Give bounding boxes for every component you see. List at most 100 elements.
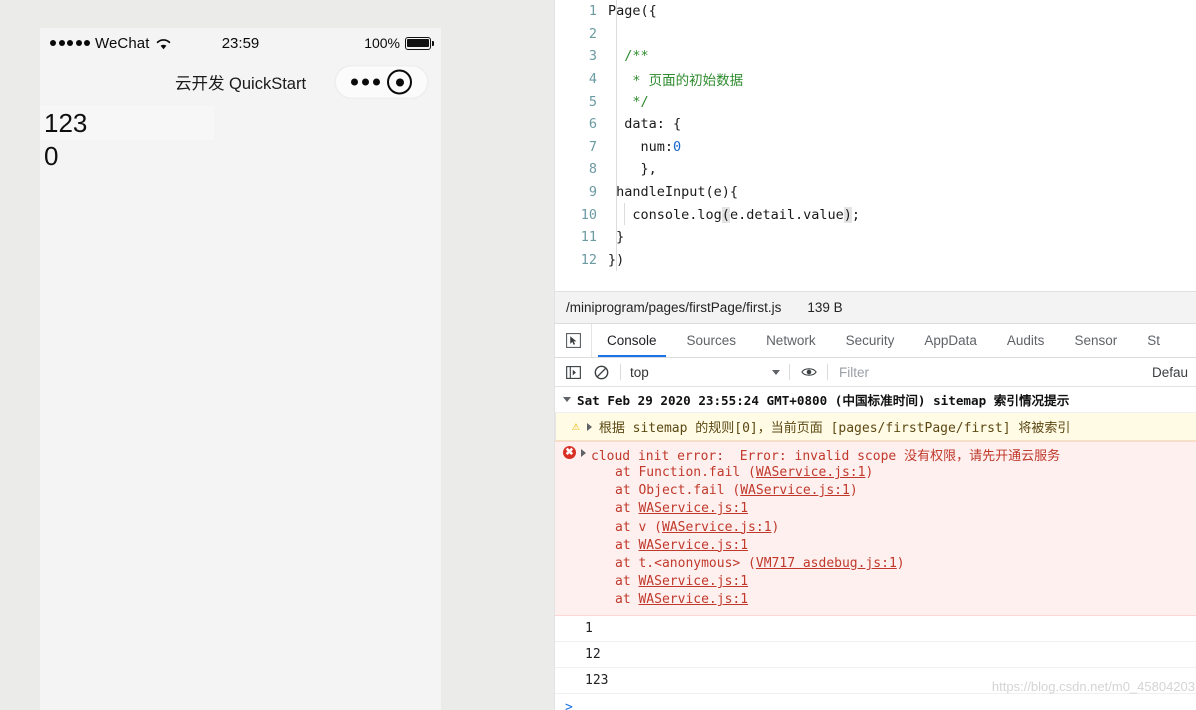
stack-frame: at WAService.js:1	[615, 500, 1196, 518]
stack-frame-label: at	[615, 537, 639, 553]
console-log-row: 12	[555, 642, 1196, 668]
code-line: 6 data: {	[555, 113, 1196, 136]
line-number: 8	[588, 161, 597, 178]
log-level-select[interactable]: Defau	[1152, 365, 1188, 380]
tab-security[interactable]: Security	[831, 324, 910, 357]
code-line: 8 },	[555, 158, 1196, 181]
tab-sources[interactable]: Sources	[672, 324, 752, 357]
console-group-label: Sat Feb 29 2020 23:55:24 GMT+0800 (中国标准时…	[577, 393, 1070, 408]
devtools-panel: 1 Page({2 3 /** 4 * 页面的初始数据 5 */6 data: {7 n…	[554, 0, 1196, 710]
code-text: },	[608, 161, 657, 177]
live-expression-eye-icon[interactable]	[799, 363, 818, 382]
stack-frame-link[interactable]: WAService.js:1	[638, 538, 748, 553]
code-text: Page({	[608, 3, 657, 19]
code-token: * 页面的初始数据	[608, 73, 744, 90]
carrier-label: WeChat	[95, 34, 150, 52]
tab-audits[interactable]: Audits	[992, 324, 1060, 357]
stack-frame-link[interactable]: WAService.js:1	[662, 520, 772, 535]
code-token: }	[608, 229, 625, 246]
simulator-page-body: 0	[40, 106, 441, 710]
tab-console[interactable]: Console	[592, 324, 672, 357]
code-text: * 页面的初始数据	[608, 69, 743, 89]
inspect-element-icon[interactable]	[555, 324, 592, 357]
stack-frame-suffix: )	[849, 483, 858, 499]
console-error-row[interactable]: ✖ cloud init error: Error: invalid scope…	[555, 441, 1196, 616]
code-line: 1 Page({	[555, 0, 1196, 23]
code-line: 12})	[555, 249, 1196, 272]
console-error-head: ✖ cloud init error: Error: invalid scope…	[555, 445, 1196, 464]
code-line: 7 num:0	[555, 136, 1196, 159]
stack-frame-link[interactable]: WAService.js:1	[638, 592, 748, 607]
line-number: 1	[588, 3, 597, 20]
battery-percent-label: 100%	[364, 35, 400, 51]
code-token: /**	[608, 48, 649, 65]
chevron-down-icon[interactable]	[563, 397, 571, 402]
simulator-nav-bar: 云开发 QuickStart	[40, 58, 441, 106]
tab-appdata[interactable]: AppData	[909, 324, 992, 357]
code-token: Page({	[608, 3, 657, 20]
line-number: 4	[588, 71, 597, 88]
console-log-row: 1	[555, 616, 1196, 642]
simulator-status-bar: WeChat 23:59 100%	[40, 28, 441, 58]
code-line: 11 }	[555, 226, 1196, 249]
console-warning-text: 根据 sitemap 的规则[0]，当前页面 [pages/firstPage/…	[598, 421, 1071, 436]
stack-frame-label: at	[615, 501, 639, 517]
signal-strength-icon	[50, 40, 90, 46]
console-output: Sat Feb 29 2020 23:55:24 GMT+0800 (中国标准时…	[555, 387, 1196, 710]
editor-lines: 1 Page({2 3 /** 4 * 页面的初始数据 5 */6 data: {7 n…	[555, 0, 1196, 271]
code-editor[interactable]: 1 Page({2 3 /** 4 * 页面的初始数据 5 */6 data: {7 n…	[555, 0, 1196, 291]
line-number: 5	[588, 93, 597, 110]
console-context-value: top	[630, 364, 649, 380]
stack-frame: at WAService.js:1	[615, 537, 1196, 555]
clear-console-icon[interactable]	[592, 363, 611, 382]
stack-frame-link[interactable]: VM717 asdebug.js:1	[756, 556, 897, 571]
stack-frame: at Object.fail (WAService.js:1)	[615, 482, 1196, 500]
console-context-select[interactable]: top	[630, 365, 780, 380]
stack-frame-link[interactable]: WAService.js:1	[638, 501, 748, 516]
stack-frame-label: at t.<anonymous> (	[615, 556, 756, 572]
console-warning-row[interactable]: ⚠ 根据 sitemap 的规则[0]，当前页面 [pages/firstPag…	[555, 413, 1196, 441]
close-target-icon[interactable]	[387, 69, 413, 95]
more-menu-icon[interactable]	[350, 78, 380, 86]
stack-frame-suffix: )	[865, 465, 874, 480]
console-group-header[interactable]: Sat Feb 29 2020 23:55:24 GMT+0800 (中国标准时…	[555, 387, 1196, 413]
code-line: 3 /**	[555, 45, 1196, 68]
chevron-right-icon[interactable]	[586, 422, 592, 431]
code-text: handleInput(e){	[608, 184, 738, 200]
code-token: 0	[673, 138, 682, 155]
stack-frame-label: at Function.fail (	[615, 465, 756, 480]
stack-frame-link[interactable]: WAService.js:1	[638, 574, 748, 589]
code-text: })	[608, 252, 624, 268]
number-input[interactable]	[40, 106, 214, 140]
divider	[620, 364, 621, 380]
code-text: }	[608, 229, 624, 245]
tab-network[interactable]: Network	[751, 324, 831, 357]
line-number: 6	[588, 116, 597, 133]
console-error-text: cloud init error: Error: invalid scope 没…	[591, 449, 1061, 464]
code-token: */	[608, 93, 649, 110]
code-token: handleInput(e){	[608, 184, 739, 201]
code-token: )	[843, 206, 852, 223]
code-token: (	[721, 206, 730, 223]
console-filter-input[interactable]	[837, 361, 1143, 383]
tab-sensor[interactable]: Sensor	[1059, 324, 1132, 357]
code-text: console.log(e.detail.value);	[608, 206, 861, 223]
console-filter-bar: top Defau	[555, 358, 1196, 387]
toggle-sidebar-icon[interactable]	[564, 363, 583, 382]
console-prompt-row[interactable]: >	[555, 694, 1196, 710]
wechat-capsule-button[interactable]	[335, 65, 428, 99]
stack-frame-link[interactable]: WAService.js:1	[740, 483, 850, 498]
chevron-down-icon	[772, 369, 780, 375]
stack-frame: at Function.fail (WAService.js:1)	[615, 464, 1196, 482]
chevron-right-icon[interactable]	[581, 449, 586, 457]
file-path-label: /miniprogram/pages/firstPage/first.js	[566, 300, 782, 315]
app-root: WeChat 23:59 100% 云开发 QuickStart 123 0 1…	[0, 0, 1196, 710]
line-number: 12	[580, 251, 597, 268]
code-token: console.log	[608, 206, 722, 223]
stack-frame-link[interactable]: WAService.js:1	[756, 465, 866, 480]
code-text: data: {	[608, 116, 681, 132]
code-token: data: {	[608, 116, 682, 133]
tabs-host: Console Sources Network Security AppData Audi…	[592, 324, 1175, 357]
code-token: ;	[851, 206, 861, 223]
tab-st[interactable]: St	[1132, 324, 1175, 357]
